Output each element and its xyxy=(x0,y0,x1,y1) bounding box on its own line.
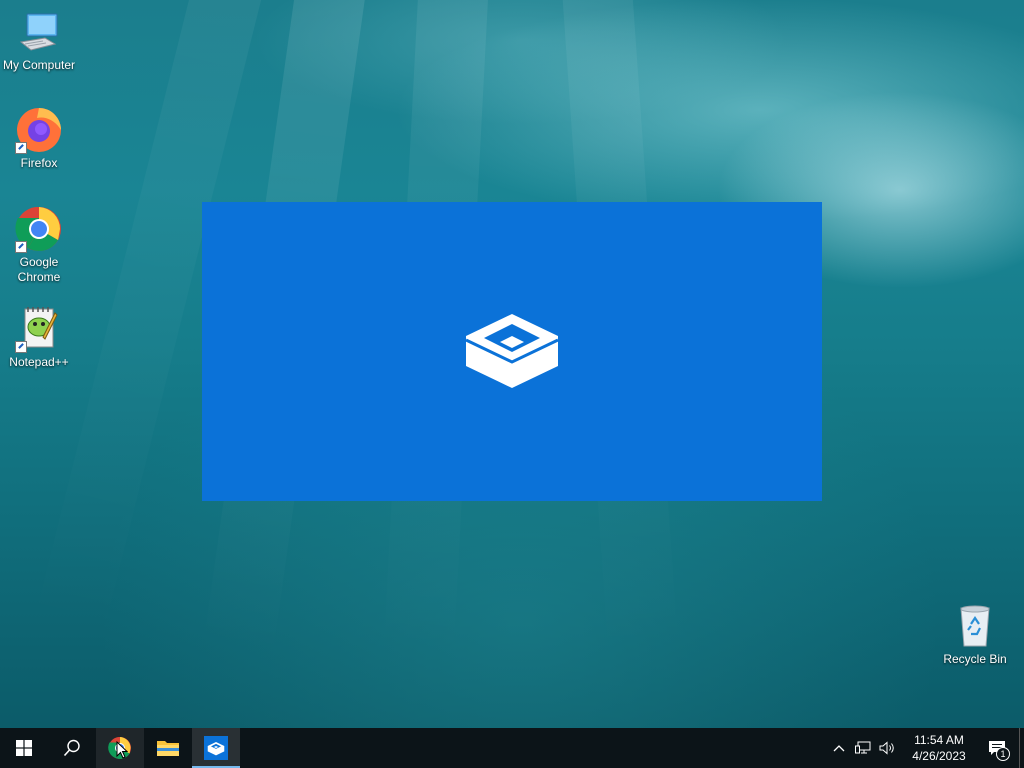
network-button[interactable] xyxy=(851,728,875,768)
clock-date: 4/26/2023 xyxy=(912,749,966,763)
sandbox-box-icon xyxy=(207,741,225,755)
windows-logo-icon xyxy=(16,740,32,756)
desktop-icon-google-chrome[interactable]: Google Chrome xyxy=(0,205,78,285)
chrome-icon xyxy=(15,205,63,253)
mouse-cursor-icon xyxy=(116,741,128,759)
desktop-icon-my-computer[interactable]: My Computer xyxy=(0,8,78,73)
desktop-icon-recycle-bin[interactable]: Recycle Bin xyxy=(936,602,1014,667)
taskbar: 11:54 AM 4/26/2023 1 xyxy=(0,728,1024,768)
taskbar-file-explorer-button[interactable] xyxy=(144,728,192,768)
desktop-icon-label: Recycle Bin xyxy=(943,652,1007,666)
computer-icon xyxy=(15,8,63,56)
notification-count-badge: 1 xyxy=(996,747,1010,761)
shortcut-arrow-icon xyxy=(15,341,27,353)
desktop-icon-label: Google Chrome xyxy=(17,255,61,284)
network-icon xyxy=(855,741,871,754)
notepadpp-icon xyxy=(15,305,63,353)
start-button[interactable] xyxy=(0,728,48,768)
shortcut-arrow-icon xyxy=(15,241,27,253)
show-hidden-icons-button[interactable] xyxy=(827,728,851,768)
recycle-bin-icon xyxy=(951,602,999,650)
desktop-icon-firefox[interactable]: Firefox xyxy=(0,106,78,171)
folder-icon xyxy=(157,741,179,756)
taskbar-sandbox-button[interactable] xyxy=(192,728,240,768)
shortcut-arrow-icon xyxy=(15,142,27,154)
volume-icon xyxy=(879,741,894,755)
search-icon xyxy=(63,739,80,757)
taskbar-chrome-button[interactable] xyxy=(96,728,144,768)
action-center-button[interactable]: 1 xyxy=(975,728,1019,768)
firefox-icon xyxy=(15,106,63,154)
desktop-icon-notepadpp[interactable]: Notepad++ xyxy=(0,305,78,370)
desktop-icon-label: Firefox xyxy=(20,156,58,170)
sandbox-splash-window xyxy=(202,202,822,501)
search-button[interactable] xyxy=(48,728,96,768)
sandbox-box-icon xyxy=(465,314,559,388)
show-desktop-button[interactable] xyxy=(1019,728,1024,768)
clock-button[interactable]: 11:54 AM 4/26/2023 xyxy=(903,732,975,764)
volume-button[interactable] xyxy=(875,728,899,768)
desktop-icon-label: My Computer xyxy=(2,58,76,72)
clock-time: 11:54 AM xyxy=(914,733,964,747)
chevron-up-icon xyxy=(833,745,845,752)
system-tray: 11:54 AM 4/26/2023 1 xyxy=(827,728,1024,768)
desktop-icon-label: Notepad++ xyxy=(9,355,69,369)
